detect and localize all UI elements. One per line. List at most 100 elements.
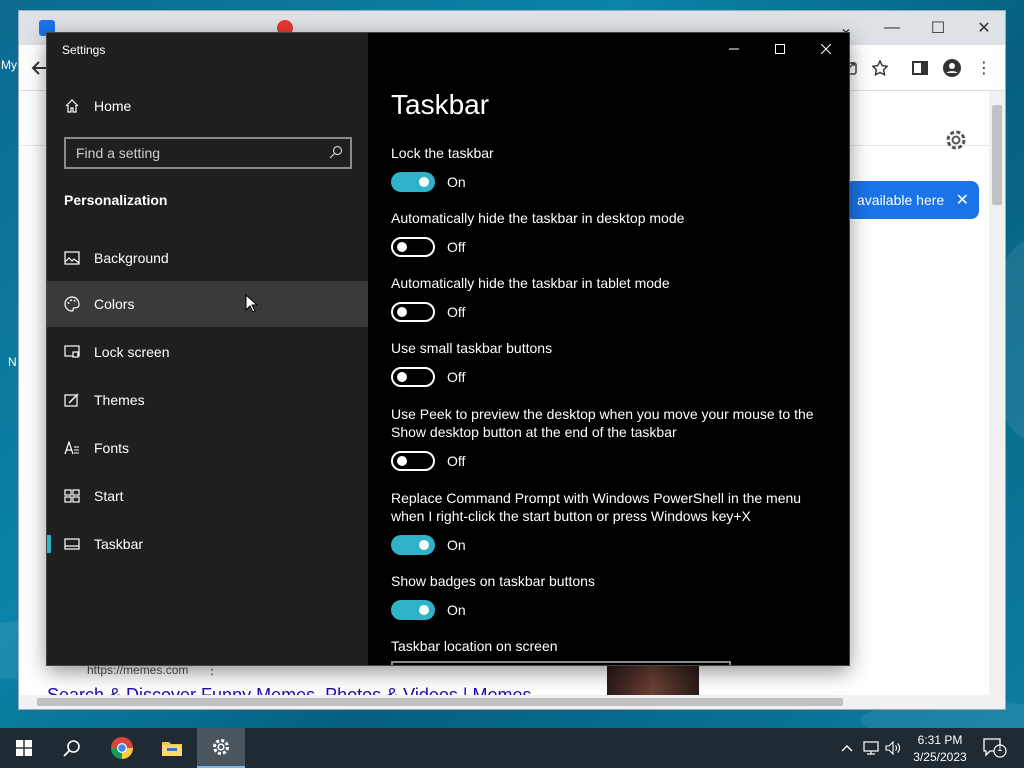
mouse-cursor-icon [245,294,259,313]
browser-close-button[interactable]: ✕ [961,11,1007,45]
sidebar-item-lock-screen[interactable]: Lock screen [47,329,368,375]
file-explorer-taskbar-button[interactable] [148,728,196,768]
gear-icon[interactable] [943,127,969,153]
picture-icon [63,250,80,267]
toggle-state-text: On [447,602,466,618]
setting-autohide-tablet: Automatically hide the taskbar in tablet… [391,274,831,322]
window-title: Settings [62,43,106,57]
chrome-icon [111,737,133,759]
sidebar-item-label: Background [94,250,169,266]
setting-lock-taskbar: Lock the taskbar On [391,144,831,192]
home-icon [63,98,80,115]
sidebar-item-start[interactable]: Start [47,473,368,519]
setting-autohide-desktop: Automatically hide the taskbar in deskto… [391,209,831,257]
result-thumbnail[interactable] [607,666,699,696]
setting-label: Automatically hide the taskbar in deskto… [391,210,685,226]
setting-badges: Show badges on taskbar buttons On [391,572,831,620]
setting-location: Taskbar location on screen [391,637,831,655]
vertical-scrollbar[interactable] [989,91,1005,697]
themes-icon [63,392,80,409]
toggle-state-text: On [447,537,466,553]
setting-label: Taskbar location on screen [391,638,558,654]
result-url[interactable]: https://memes.com [87,663,188,677]
lock-taskbar-toggle[interactable] [391,172,435,192]
browser-minimize-button[interactable]: — [869,11,915,45]
setting-small-buttons: Use small taskbar buttons Off [391,339,831,387]
browser-maximize-button[interactable]: ☐ [915,11,961,45]
toggle-state-text: Off [447,239,466,255]
fonts-icon [63,440,80,457]
volume-icon[interactable] [884,738,902,758]
desktop-icon-label[interactable]: N [8,355,17,369]
file-explorer-icon [162,742,182,756]
small-buttons-toggle[interactable] [391,367,435,387]
taskbar-location-dropdown[interactable] [391,661,731,665]
sidebar-item-themes[interactable]: Themes [47,377,368,423]
sidebar-item-label: Taskbar [94,536,144,552]
setting-powershell: Replace Command Prompt with Windows Powe… [391,489,831,555]
scroll-thumb[interactable] [992,105,1002,205]
bookmark-star-icon[interactable] [869,57,891,79]
notification-center-button[interactable]: 1 [980,736,1008,760]
chrome-taskbar-button[interactable] [98,728,146,768]
autohide-tablet-toggle[interactable] [391,302,435,322]
windows-taskbar: 6:31 PM 3/25/2023 1 [0,728,1024,768]
setting-label: Replace Command Prompt with Windows Powe… [391,490,802,524]
close-icon[interactable]: ✕ [956,190,969,210]
setting-label: Lock the taskbar [391,145,494,161]
settings-sidebar: Settings Home Personalization Background [47,33,368,665]
find-setting-search-box[interactable] [64,137,352,169]
taskbar-icon [63,536,80,553]
search-input[interactable] [76,145,316,161]
sidebar-item-label: Fonts [94,440,130,456]
search-button[interactable] [48,728,96,768]
nav-home[interactable]: Home [47,89,368,123]
sidebar-item-colors[interactable]: Colors [47,281,368,327]
toggle-state-text: Off [447,453,466,469]
powershell-toggle[interactable] [391,535,435,555]
windows-logo-icon [16,740,32,756]
side-panel-icon[interactable] [909,57,931,79]
network-icon[interactable] [862,738,880,758]
nav-home-label: Home [94,98,132,114]
chevron-up-icon[interactable] [838,738,856,758]
profile-icon[interactable] [941,57,963,79]
settings-window[interactable]: Settings Home Personalization Background [47,33,849,665]
setting-label: Automatically hide the taskbar in tablet… [391,275,670,291]
scroll-thumb[interactable] [37,698,843,706]
setting-label: Use Peek to preview the desktop when you… [391,406,814,440]
page-title: Taskbar [391,89,490,120]
section-title: Personalization [64,192,168,208]
sidebar-item-label: Lock screen [94,344,170,360]
sidebar-item-taskbar[interactable]: Taskbar [47,521,368,567]
notification-count: 1 [997,743,1003,754]
notification-icon [983,738,1007,758]
desktop-icon-label[interactable]: My [1,58,17,72]
sidebar-item-fonts[interactable]: Fonts [47,425,368,471]
horizontal-scrollbar[interactable] [19,695,1005,709]
setting-peek: Use Peek to preview the desktop when you… [391,405,831,471]
settings-main-panel: Taskbar Lock the taskbar On Automaticall… [368,33,849,665]
settings-taskbar-button[interactable] [197,728,245,768]
feature-bubble[interactable]: available here ✕ [845,181,979,219]
sidebar-item-label: Start [94,488,124,504]
peek-toggle[interactable] [391,451,435,471]
badges-toggle[interactable] [391,600,435,620]
start-button[interactable] [0,728,48,768]
taskbar-clock[interactable]: 6:31 PM 3/25/2023 [908,732,972,766]
autohide-desktop-toggle[interactable] [391,237,435,257]
sidebar-item-label: Themes [94,392,145,408]
clock-time: 6:31 PM [917,733,963,747]
start-icon [63,488,80,505]
toggle-state-text: Off [447,369,466,385]
settings-icon [213,739,229,755]
sidebar-item-background[interactable]: Background [47,235,368,281]
sidebar-item-label: Colors [94,296,135,312]
search-icon[interactable] [329,145,343,164]
clock-date: 3/25/2023 [913,750,967,764]
toggle-state-text: Off [447,304,466,320]
browser-menu-icon[interactable]: ⋮ [973,57,995,79]
palette-icon [63,296,80,313]
bubble-text: available here [857,192,945,208]
toggle-state-text: On [447,174,466,190]
